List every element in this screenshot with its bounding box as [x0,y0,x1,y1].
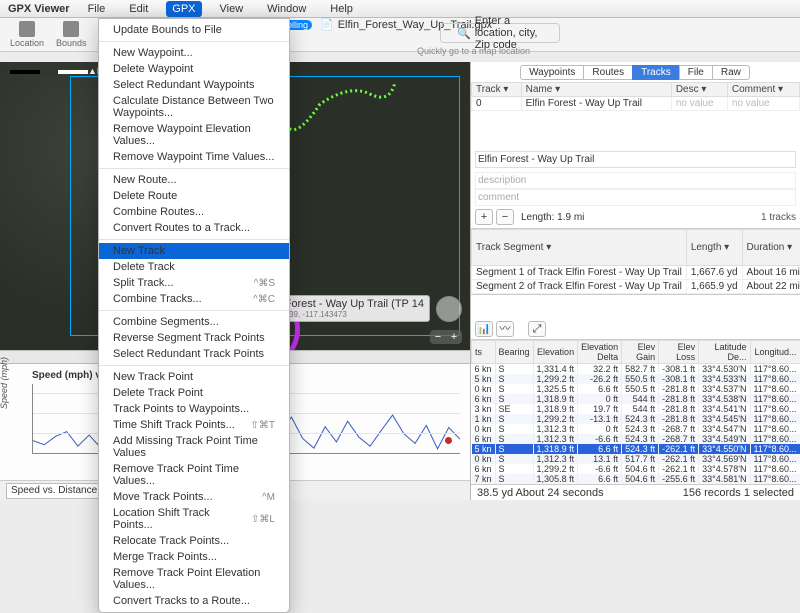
location-search[interactable]: 🔍Enter a location, city, Zip code [440,23,560,43]
compass-icon[interactable] [436,296,462,322]
chart-ylabel: Speed (mph) [0,357,9,409]
menu-item[interactable]: Convert Routes to a Track... [99,220,289,236]
menu-item[interactable]: Delete Waypoint [99,61,289,77]
menubar: GPX Viewer File Edit GPX View Window Help [0,0,800,18]
menu-gpx[interactable]: GPX [166,1,201,17]
zoom-out-button[interactable]: − [430,330,446,344]
bounds-icon[interactable]: Bounds [52,20,91,49]
segments-table[interactable]: Track Segment ▾Length ▾Duration ▾Average… [471,229,800,294]
menu-window[interactable]: Window [261,1,312,17]
menu-item[interactable]: Merge Track Points... [99,549,289,565]
gpx-menu: Update Bounds to FileNew Waypoint...Dele… [98,18,290,613]
menu-item[interactable]: Combine Tracks...^⌘C [99,291,289,307]
menu-item[interactable]: Track Points to Waypoints... [99,401,289,417]
tab-routes[interactable]: Routes [583,65,633,80]
menu-item[interactable]: Update Bounds to File [99,22,289,38]
menu-item[interactable]: Reverse Segment Track Points [99,330,289,346]
menu-item[interactable]: Remove Waypoint Elevation Values... [99,121,289,149]
expand-icon[interactable]: ⤢ [528,321,546,337]
menu-item[interactable]: New Waypoint... [99,45,289,61]
menu-item[interactable]: Select Redundant Track Points [99,346,289,362]
menu-item: Calculate Distance Between Two Waypoints… [99,93,289,121]
track-name-field[interactable]: Elfin Forest - Way Up Trail [475,151,796,168]
menu-edit[interactable]: Edit [123,1,154,17]
app-name: GPX Viewer [8,3,70,15]
inspector-tabs: WaypointsRoutesTracksFileRaw [471,64,800,80]
trackpoints-table[interactable]: tsBearingElevationElevation DeltaElev Ga… [471,340,800,484]
menu-item[interactable]: Combine Routes... [99,204,289,220]
zoom-in-button[interactable]: + [446,330,462,344]
tab-waypoints[interactable]: Waypoints [520,65,584,80]
tab-tracks[interactable]: Tracks [632,65,680,80]
location-icon[interactable]: Location [6,20,48,49]
menu-file[interactable]: File [82,1,112,17]
tab-file[interactable]: File [679,65,713,80]
menu-item[interactable]: Delete Track Point [99,385,289,401]
menu-item[interactable]: Add Missing Track Point Time Values [99,433,289,461]
menu-item[interactable]: Combine Segments... [99,314,289,330]
chart-selected-point [445,437,452,444]
menu-item[interactable]: Location Shift Track Points...⇧⌘L [99,505,289,533]
tracks-table[interactable]: Track ▾Name ▾Desc ▾Comment ▾0Elfin Fores… [471,82,800,111]
menu-item[interactable]: Delete Route [99,188,289,204]
remove-button[interactable]: − [496,209,514,225]
stats-icon[interactable]: 〰 [496,321,514,337]
menu-help[interactable]: Help [324,1,359,17]
menu-view[interactable]: View [214,1,250,17]
menu-item[interactable]: Relocate Track Points... [99,533,289,549]
track-comment-field[interactable]: comment [475,189,796,206]
menu-item[interactable]: New Track Point [99,369,289,385]
search-hint: Quickly go to a map location [417,46,530,56]
track-desc-field[interactable]: description [475,172,796,189]
status-bar: 38.5 yd About 24 seconds156 records 1 se… [471,484,800,500]
menu-item[interactable]: Remove Waypoint Time Values... [99,149,289,165]
menu-item[interactable]: Remove Track Point Time Values... [99,461,289,489]
menu-item[interactable]: Convert Tracks to a Route... [99,593,289,609]
menu-item[interactable]: Move Track Points...^M [99,489,289,505]
menu-item[interactable]: Delete Track [99,259,289,275]
menu-item[interactable]: Split Track...^⌘S [99,275,289,291]
menu-item[interactable]: Remove Track Point Elevation Values... [99,565,289,593]
tracks-count: 1 tracks [761,212,796,223]
tab-raw[interactable]: Raw [712,65,750,80]
zoom-control[interactable]: −+ [430,330,462,344]
add-button[interactable]: + [475,209,493,225]
menu-item[interactable]: Select Redundant Waypoints [99,77,289,93]
menu-item[interactable]: New Track [99,243,289,259]
length-label: Length: 1.9 mi [521,212,584,223]
menu-item[interactable]: Time Shift Track Points...⇧⌘T [99,417,289,433]
chart-icon[interactable]: 📊 [475,321,493,337]
menu-item[interactable]: New Route... [99,172,289,188]
